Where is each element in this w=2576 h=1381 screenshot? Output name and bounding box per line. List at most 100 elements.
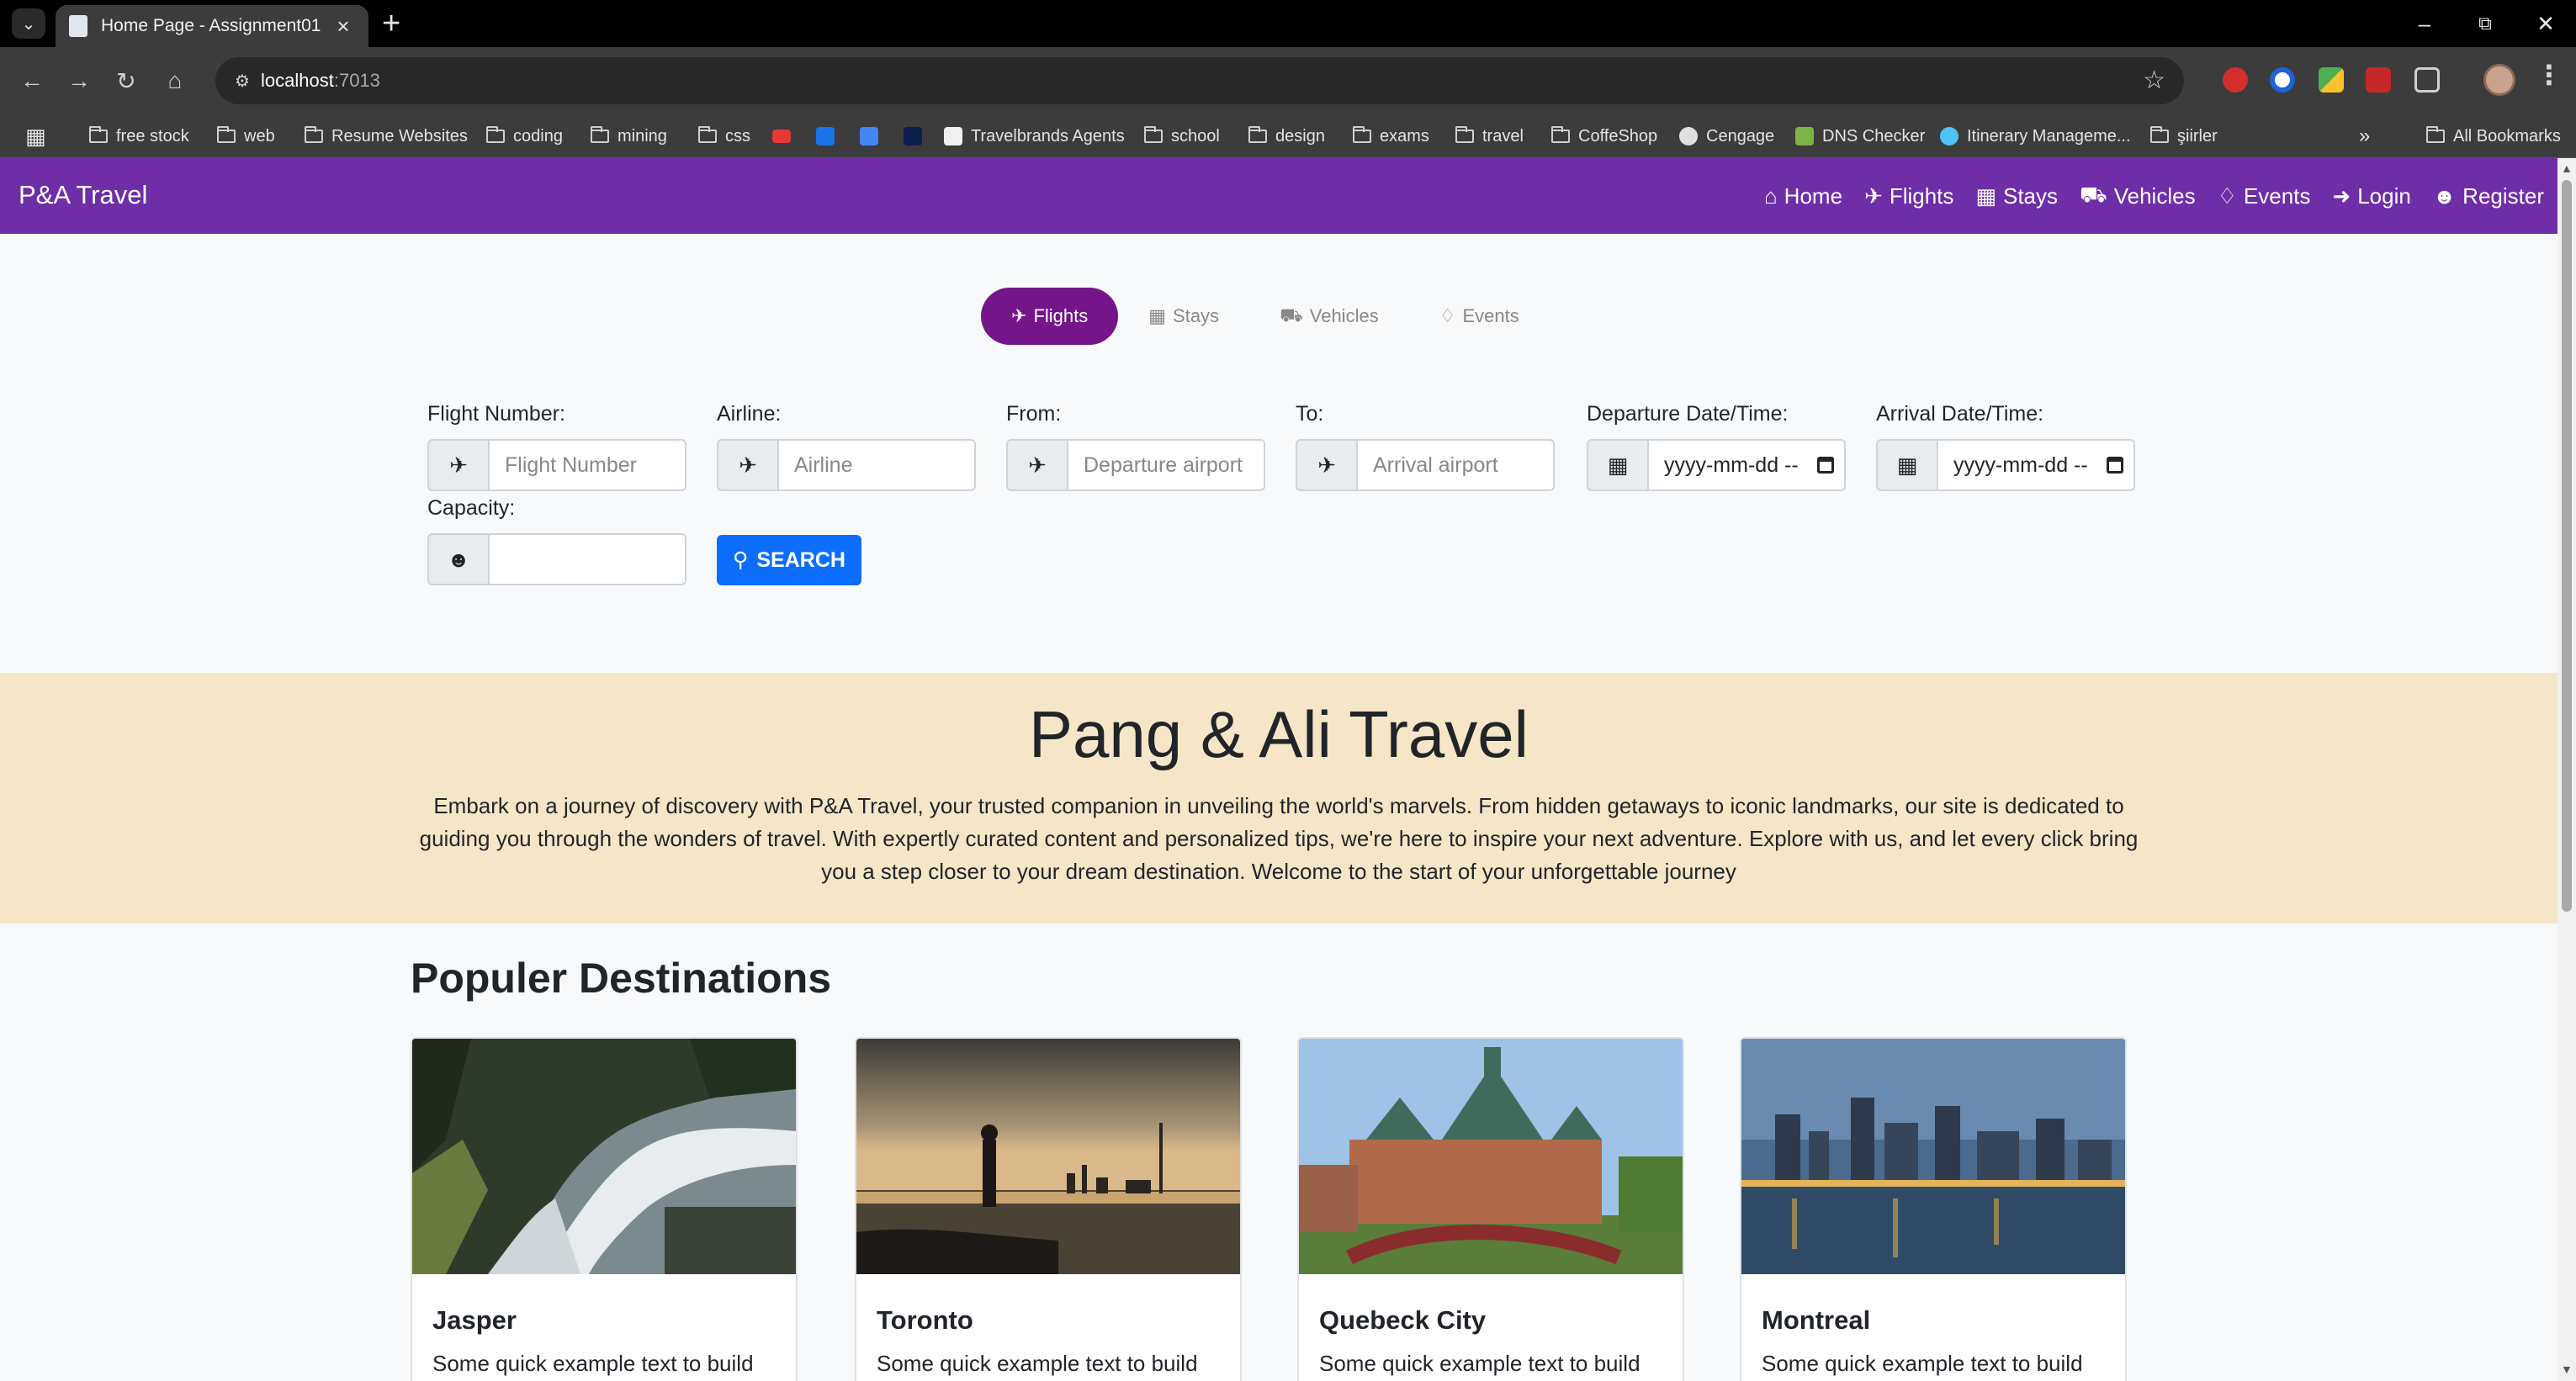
tab-stays[interactable]: ▦ Stays [1118,288,1249,345]
document-icon [69,15,87,37]
airline-input[interactable]: Airline [777,439,976,491]
plane-icon: ✈ [1864,183,1883,209]
bookmark-mining[interactable]: mining [591,114,667,158]
destination-card-toronto[interactable]: Toronto Some quick example text to build [855,1037,1242,1381]
calendar-picker-icon[interactable] [2107,457,2123,474]
calendar-picker-icon[interactable] [1817,457,1834,474]
nav-events[interactable]: ♢ Events [2218,183,2311,209]
destination-card-montreal[interactable]: Montreal Some quick example text to buil… [1740,1037,2127,1381]
flight-number-input[interactable]: Flight Number [488,439,686,491]
scrollbar-thumb[interactable] [2562,180,2572,912]
bookmark-label: şiirler [2177,126,2218,146]
nav-home[interactable]: ⌂ Home [1764,183,1842,209]
card-text: Some quick example text to build [1319,1351,1640,1376]
address-bar[interactable]: ⚙ localhost:7013 ☆ [215,57,2184,104]
destination-card-jasper[interactable]: Jasper Some quick example text to build [411,1037,798,1381]
bookmark-school[interactable]: school [1144,114,1220,158]
popular-destinations-title: Populer Destinations [411,955,832,1002]
departure-datetime-input[interactable]: yyyy-mm-dd -- [1647,439,1846,491]
bookmark-siirler[interactable]: şiirler [2150,114,2218,158]
close-icon[interactable]: × [331,13,355,40]
translate-logo [860,127,878,146]
destination-card-quebec[interactable]: Quebeck City Some quick example text to … [1297,1037,1684,1381]
departure-airport-input[interactable]: Departure airport [1067,439,1265,491]
bookmark-dns-checker[interactable]: DNS Checker [1795,114,1925,158]
tab-events[interactable]: ♢ Events [1409,288,1550,345]
extension-icon-colored[interactable] [2319,67,2344,93]
bookmark-label: exams [1380,126,1429,146]
tab-vehicles[interactable]: ⛟ Vehicles [1249,288,1409,345]
nav-stays[interactable]: ▦ Stays [1975,183,2058,209]
bookmark-label: Itinerary Manageme... [1967,126,2131,146]
arrival-datetime-input[interactable]: yyyy-mm-dd -- [1937,439,2135,491]
bookmark-resume-websites[interactable]: Resume Websites [305,114,468,158]
building-icon: ▦ [1975,183,1996,209]
more-bookmarks-icon[interactable]: » [2359,114,2370,158]
scroll-up-icon[interactable]: ▲ [2561,161,2573,175]
nav-login[interactable]: ➜ Login [2332,183,2410,209]
nav-register[interactable]: ☻ Register [2433,183,2544,209]
close-window-button[interactable]: ✕ [2520,5,2571,42]
minimize-button[interactable]: – [2399,5,2450,42]
bookmark-coding[interactable]: coding [486,114,563,158]
bookmark-itinerary[interactable]: Itinerary Manageme... [1940,114,2131,158]
browser-menu-icon[interactable]: ⋮ [2536,59,2563,91]
calendar-bookmark-icon[interactable] [816,114,843,158]
hero-title: Pang & Ali Travel [1029,697,1529,771]
bookmark-css[interactable]: css [698,114,750,158]
site-info-icon[interactable]: ⚙ [227,66,257,96]
field-label: Departure Date/Time: [1587,402,1789,426]
extension-icon-red[interactable] [2223,67,2248,93]
card-title: Montreal [1762,1305,1871,1335]
calendar-icon: ▦ [1587,439,1647,491]
url-host: localhost [261,70,334,91]
site-navbar: P&A Travel ⌂ Home ✈ Flights ▦ Stays ⛟ Vehicl… [0,158,2557,234]
extension-icon-blue[interactable] [2270,67,2295,93]
reload-icon[interactable]: ↻ [108,62,145,99]
calendar-icon: ▦ [1876,439,1937,491]
scroll-down-icon[interactable]: ▼ [2561,1362,2573,1376]
bookmark-label: CoffeShop [1578,126,1658,146]
bookmark-star-icon[interactable]: ☆ [2143,66,2165,95]
capacity-input[interactable] [488,533,686,585]
browser-tab-active[interactable]: Home Page - Assignment01 × [56,5,368,47]
bookmark-design[interactable]: design [1248,114,1325,158]
site-brand[interactable]: P&A Travel [19,180,147,210]
jasper-image [412,1039,796,1274]
search-button[interactable]: ⚲ SEARCH [717,535,861,585]
bookmark-label: design [1275,126,1325,146]
bookmark-free-stock[interactable]: free stock [89,114,189,158]
all-bookmarks[interactable]: All Bookmarks [2426,114,2561,158]
youtube-icon[interactable] [772,114,799,158]
restore-button[interactable]: ⧉ [2460,5,2510,42]
bookmark-label: school [1171,126,1220,146]
folder-icon [698,126,717,143]
nav-links: ⌂ Home ✈ Flights ▦ Stays ⛟ Vehicles ♢ Events … [1764,158,2544,234]
profile-avatar[interactable] [2483,64,2515,96]
slash-bookmark-icon[interactable] [904,114,930,158]
home-icon[interactable]: ⌂ [156,62,193,99]
nav-vehicles[interactable]: ⛟ Vehicles [2080,182,2196,211]
bookmark-web[interactable]: web [217,114,275,158]
pdf-extension-icon[interactable] [2366,67,2391,93]
bookmark-label: css [725,126,750,146]
bookmark-travelbrands[interactable]: Travelbrands Agents [944,114,1125,158]
tab-flights[interactable]: ✈ Flights [981,288,1119,345]
back-icon[interactable]: ← [13,62,50,99]
bookmark-cengage[interactable]: Cengage [1679,114,1774,158]
arrival-airport-input[interactable]: Arrival airport [1356,439,1555,491]
card-text: Some quick example text to build [1762,1351,2083,1376]
dns-checker-logo [1795,127,1814,146]
nav-flights[interactable]: ✈ Flights [1864,183,1953,209]
bookmark-label: Cengage [1706,126,1775,146]
tab-search-button[interactable]: ⌄ [12,8,45,39]
page-scrollbar[interactable]: ▲ ▼ [2557,158,2576,1381]
translate-bookmark-icon[interactable] [860,114,887,158]
forward-icon[interactable]: → [61,62,98,99]
extensions-puzzle-icon[interactable] [2414,67,2440,93]
bookmark-travel[interactable]: travel [1455,114,1524,158]
new-tab-button[interactable]: + [382,7,400,40]
bookmark-exams[interactable]: exams [1353,114,1429,158]
bookmark-coffeshop[interactable]: CoffeShop [1551,114,1657,158]
apps-grid-icon[interactable]: ▦ [25,114,46,158]
